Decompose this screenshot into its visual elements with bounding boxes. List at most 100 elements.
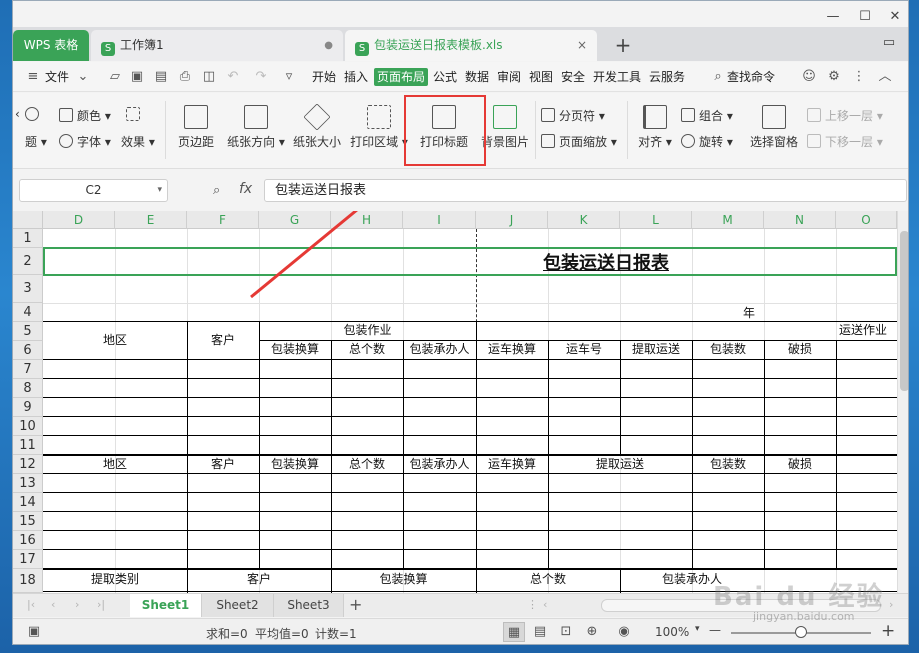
- spreadsheet-grid[interactable]: D E F G H I J K L M N O 1 2 3 4 5 6 7 8 …: [13, 211, 897, 593]
- align-button[interactable]: 对齐 ▾: [633, 105, 677, 150]
- menu-developer[interactable]: 开发工具: [593, 68, 641, 86]
- tab-workbook1-label: 工作簿1: [120, 38, 164, 52]
- menu-view[interactable]: 视图: [529, 68, 553, 86]
- group-button[interactable]: 组合 ▾: [681, 107, 733, 124]
- chevron-down-icon[interactable]: ⌄: [75, 69, 91, 85]
- zoom-formula-icon[interactable]: ⌕: [213, 183, 220, 198]
- sheet-tab-2[interactable]: Sheet2: [202, 594, 274, 617]
- zoom-out-button[interactable]: —: [709, 623, 721, 637]
- page-zoom-icon: [541, 134, 555, 148]
- search-icon[interactable]: ⌕: [710, 69, 726, 85]
- page-zoom-button[interactable]: 页面缩放 ▾: [541, 133, 617, 150]
- rotate-label: 旋转: [699, 135, 724, 149]
- comment-icon[interactable]: ☺: [801, 69, 817, 85]
- menu-review[interactable]: 审阅: [497, 68, 521, 86]
- menu-bar: ≡ 文件 ⌄ ▱ ▣ ▤ ⎙ ◫ ↶ ↷ ▿ 开始 插入 页面布局 公式 数据 …: [13, 62, 908, 92]
- menu-cloud[interactable]: 云服务: [649, 68, 685, 86]
- unsaved-dot-icon[interactable]: ●: [324, 30, 333, 61]
- tab-close-icon[interactable]: ×: [577, 30, 587, 61]
- ribbon-scroll-left[interactable]: ‹: [15, 107, 20, 121]
- theme-palette-icon: [25, 107, 43, 122]
- orientation-button[interactable]: 纸张方向 ▾: [223, 105, 289, 150]
- page-break-button[interactable]: 分页符 ▾: [541, 107, 605, 124]
- zoom-level[interactable]: 100%: [655, 625, 689, 639]
- align-label: 对齐: [638, 135, 663, 149]
- orientation-icon: [244, 105, 268, 129]
- quick-access-dropdown-icon[interactable]: ▿: [281, 69, 297, 85]
- zoom-in-button[interactable]: +: [881, 621, 895, 641]
- tab-split-handle[interactable]: ⋮: [527, 598, 538, 611]
- paper-size-button[interactable]: 纸张大小: [291, 103, 343, 150]
- ribbon-separator: [535, 101, 536, 159]
- vertical-scrollbar[interactable]: [897, 211, 908, 593]
- save-icon[interactable]: ▣: [129, 69, 145, 85]
- background-image-button[interactable]: 背景图片: [479, 105, 531, 150]
- name-box[interactable]: C2 ▾: [19, 179, 168, 202]
- print-area-button[interactable]: 打印区域 ▾: [349, 105, 409, 150]
- eye-protection-icon[interactable]: ◉: [613, 622, 635, 642]
- page-view-icon[interactable]: ▤: [529, 622, 551, 642]
- send-backward-button[interactable]: 下移一层 ▾: [807, 133, 883, 150]
- search-command[interactable]: 查找命令: [727, 68, 775, 86]
- menu-data[interactable]: 数据: [465, 68, 489, 86]
- tab-wps-label: WPS 表格: [23, 38, 79, 52]
- font-button[interactable]: 字体 ▾: [59, 133, 111, 150]
- macro-record-icon[interactable]: ▣: [23, 622, 45, 642]
- color-button[interactable]: 颜色 ▾: [59, 107, 111, 124]
- open-folder-icon[interactable]: ▱: [107, 69, 123, 85]
- page-break-preview-icon[interactable]: ⊡: [555, 622, 577, 642]
- scroll-left-icon[interactable]: ‹: [543, 598, 547, 611]
- hamburger-icon[interactable]: ≡: [25, 69, 41, 85]
- normal-view-icon[interactable]: ▦: [503, 622, 525, 642]
- tab-active-file[interactable]: S 包装运送日报表模板.xls ×: [345, 30, 597, 61]
- menu-formula[interactable]: 公式: [433, 68, 457, 86]
- prev-sheet-icon[interactable]: ‹: [51, 598, 55, 611]
- annotation-arrow-icon: [250, 211, 358, 299]
- page-break-label: 分页符: [559, 109, 596, 123]
- theme-button[interactable]: 题 ▾: [25, 133, 47, 150]
- zoom-dropdown-icon[interactable]: ▾: [695, 624, 700, 634]
- first-sheet-icon[interactable]: |‹: [27, 598, 35, 611]
- fx-icon[interactable]: fx: [239, 181, 252, 197]
- bring-forward-button[interactable]: 上移一层 ▾: [807, 107, 883, 124]
- menu-insert[interactable]: 插入: [344, 68, 368, 86]
- effect-button[interactable]: 效果 ▾: [121, 133, 155, 150]
- menu-security[interactable]: 安全: [561, 68, 585, 86]
- menu-home[interactable]: 开始: [312, 68, 336, 86]
- gear-icon[interactable]: ⚙: [826, 69, 842, 85]
- export-pdf-icon[interactable]: ▤: [153, 69, 169, 85]
- chevron-down-icon[interactable]: ▾: [157, 180, 162, 201]
- undo-icon[interactable]: ↶: [225, 69, 241, 85]
- redo-icon[interactable]: ↷: [253, 69, 269, 85]
- tab-active-label: 包装运送日报表模板.xls: [374, 38, 503, 52]
- group-label: 组合: [699, 109, 724, 123]
- page-margin-button[interactable]: 页边距: [173, 105, 219, 150]
- tab-workbook1[interactable]: S 工作簿1 ●: [91, 30, 343, 61]
- effect-label: 效果: [121, 135, 146, 149]
- more-icon[interactable]: ⋮: [851, 69, 867, 85]
- close-window-icon[interactable]: ✕: [885, 9, 905, 29]
- scroll-right-icon[interactable]: ›: [889, 598, 893, 611]
- window-layout-icon[interactable]: ▭: [879, 35, 899, 55]
- last-sheet-icon[interactable]: ›|: [97, 598, 105, 611]
- next-sheet-icon[interactable]: ›: [75, 598, 79, 611]
- selection-pane-button[interactable]: 选择窗格: [747, 105, 801, 150]
- rotate-button[interactable]: 旋转 ▾: [681, 133, 733, 150]
- print-preview-icon[interactable]: ◫: [201, 69, 217, 85]
- sheet-tab-1[interactable]: Sheet1: [130, 594, 202, 617]
- new-tab-button[interactable]: +: [611, 30, 635, 60]
- add-sheet-button[interactable]: +: [349, 595, 362, 614]
- menu-file[interactable]: 文件: [45, 68, 69, 86]
- collapse-ribbon-icon[interactable]: ︿: [877, 69, 893, 85]
- sheet-tab-3[interactable]: Sheet3: [274, 594, 344, 617]
- send-backward-label: 下移一层: [825, 135, 874, 149]
- print-icon[interactable]: ⎙: [177, 69, 193, 85]
- vertical-scroll-thumb[interactable]: [900, 231, 908, 391]
- reading-mode-icon[interactable]: ⊕: [581, 622, 603, 642]
- menu-page-layout[interactable]: 页面布局: [374, 68, 429, 86]
- tab-wps[interactable]: WPS 表格: [13, 30, 89, 61]
- maximize-icon[interactable]: ☐: [855, 9, 875, 29]
- minimize-icon[interactable]: —: [823, 9, 843, 29]
- zoom-slider-knob[interactable]: [795, 626, 807, 638]
- formula-input[interactable]: 包装运送日报表: [264, 179, 907, 202]
